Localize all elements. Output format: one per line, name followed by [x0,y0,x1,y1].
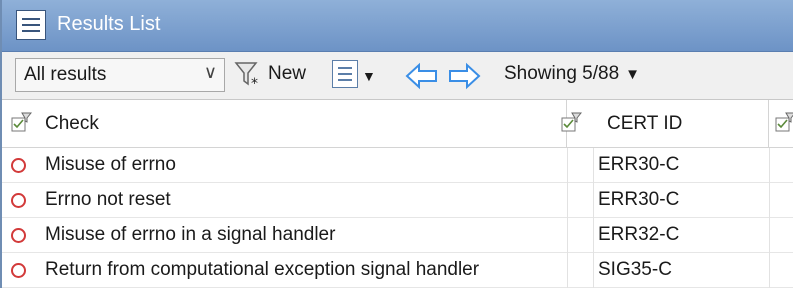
chevron-down-icon: ∨ [203,62,217,82]
caret-down-icon: ▼ [625,66,641,83]
column-label-cert-id: CERT ID [607,113,683,134]
new-filter-label: New [268,63,307,84]
check-cell: Return from computational exception sign… [45,259,480,280]
column-divider [593,148,594,288]
column-view-button[interactable]: ▼ [332,60,382,90]
unreviewed-circle-icon [11,228,26,243]
column-header-next[interactable] [769,100,793,148]
caret-down-icon: ▼ [362,68,376,84]
new-filter-button[interactable]: * New [234,58,324,92]
column-header-cert-id[interactable]: CERT ID [593,100,769,148]
title-bar: Results List [2,0,793,52]
toolbar: All results ∨ * New ▼ Showing 5/88 ▼ [2,52,793,100]
column-header-check[interactable]: Check [2,100,582,148]
column-label-check: Check [45,113,99,134]
table-row[interactable]: Misuse of errno in a signal handler ERR3… [2,218,793,253]
new-filter-funnel-icon: * [234,62,258,90]
filter-column-icon[interactable] [10,112,32,134]
table-row[interactable]: Errno not reset ERR30-C [2,183,793,218]
check-cell: Misuse of errno [45,154,176,175]
column-view-icon [332,60,358,88]
results-list-panel: Results List All results ∨ * New ▼ Showi… [0,0,793,288]
column-divider [769,148,770,288]
filter-column-icon[interactable] [560,112,582,134]
previous-result-button[interactable] [404,62,440,90]
window-title: Results List [57,13,161,35]
results-filter-select[interactable]: All results ∨ [15,58,225,92]
check-cell: Errno not reset [45,189,171,210]
table-row[interactable]: Misuse of errno ERR30-C [2,148,793,183]
showing-count-label: Showing 5/88 [504,63,620,84]
arrow-left-icon [405,62,437,90]
table-row[interactable]: Return from computational exception sign… [2,253,793,288]
svg-text:*: * [251,76,258,90]
check-cell: Misuse of errno in a signal handler [45,224,336,245]
column-divider [567,148,568,288]
cert-id-cell: ERR30-C [598,189,680,210]
filter-column-icon[interactable] [774,112,793,134]
cert-id-cell: ERR32-C [598,224,680,245]
list-window-icon [16,10,46,40]
next-result-button[interactable] [446,62,482,90]
cert-id-cell: SIG35-C [598,259,672,280]
unreviewed-circle-icon [11,263,26,278]
results-filter-value: All results [24,64,107,85]
unreviewed-circle-icon [11,158,26,173]
arrow-right-icon [449,62,481,90]
unreviewed-circle-icon [11,193,26,208]
table-header: Check CERT ID [2,100,793,148]
cert-id-cell: ERR30-C [598,154,680,175]
showing-count-dropdown[interactable]: Showing 5/88 ▼ [504,63,640,85]
